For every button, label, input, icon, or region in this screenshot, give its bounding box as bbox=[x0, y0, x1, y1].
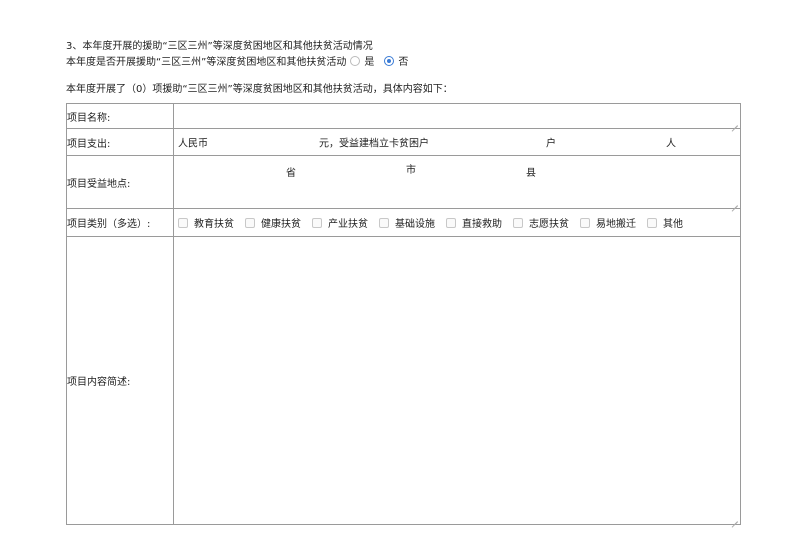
checkbox-icon[interactable] bbox=[379, 217, 389, 228]
expense-unit: 元，受益建档立卡贫困户 bbox=[319, 138, 429, 150]
project-category-label: 项目类别（多选）: bbox=[66, 208, 174, 237]
category-label: 产业扶贫 bbox=[328, 219, 368, 230]
category-checkbox[interactable]: 基础设施 bbox=[379, 215, 435, 230]
radio-no[interactable] bbox=[384, 55, 395, 66]
category-label: 志愿扶贫 bbox=[529, 219, 569, 230]
radio-yes[interactable] bbox=[350, 55, 361, 66]
person-unit: 人 bbox=[666, 138, 676, 150]
expense-prefix: 人民币 bbox=[178, 138, 208, 150]
project-name-textarea[interactable] bbox=[173, 103, 741, 129]
radio-no-label: 否 bbox=[398, 57, 409, 68]
poverty-activity-question-row: 本年度是否开展援助“三区三州”等深度贫困地区和其他扶贫活动 是 否 bbox=[66, 53, 408, 68]
resize-handle-icon[interactable] bbox=[732, 200, 738, 206]
section-heading: 3、本年度开展的援助“三区三州”等深度贫困地区和其他扶贫活动情况 bbox=[66, 41, 373, 52]
project-location-label: 项目受益地点: bbox=[66, 155, 174, 209]
category-label: 其他 bbox=[663, 219, 683, 230]
checkbox-icon[interactable] bbox=[580, 217, 590, 228]
category-checkbox[interactable]: 产业扶贫 bbox=[312, 215, 368, 230]
province-unit: 省 bbox=[286, 168, 296, 179]
poverty-activity-question: 本年度是否开展援助“三区三州”等深度贫困地区和其他扶贫活动 bbox=[66, 57, 347, 68]
project-description-textarea[interactable] bbox=[173, 236, 741, 525]
project-location-textarea[interactable]: 省 市 县 bbox=[173, 155, 741, 209]
checkbox-icon[interactable] bbox=[178, 217, 188, 228]
resize-handle-icon[interactable] bbox=[732, 516, 738, 522]
checkbox-icon[interactable] bbox=[245, 217, 255, 228]
project-name-label: 项目名称: bbox=[66, 103, 174, 129]
checkbox-icon[interactable] bbox=[312, 217, 322, 228]
project-category-options: 教育扶贫 健康扶贫 产业扶贫 基础设施 直接救助 志愿扶贫 易地搬迁 其他 bbox=[173, 208, 741, 237]
category-checkbox[interactable]: 志愿扶贫 bbox=[513, 215, 569, 230]
category-checkbox[interactable]: 易地搬迁 bbox=[580, 215, 636, 230]
checkbox-icon[interactable] bbox=[446, 217, 456, 228]
project-form-table: 项目名称: 项目支出: 人民币 元，受益建档立卡贫困户 户 人 项目受益地点: … bbox=[66, 103, 741, 525]
city-unit: 市 bbox=[406, 165, 416, 176]
county-unit: 县 bbox=[526, 168, 536, 179]
category-label: 直接救助 bbox=[462, 219, 502, 230]
category-checkbox[interactable]: 其他 bbox=[647, 215, 683, 230]
household-unit: 户 bbox=[546, 138, 556, 150]
category-checkbox[interactable]: 直接救助 bbox=[446, 215, 502, 230]
project-expense-row: 人民币 元，受益建档立卡贫困户 户 人 bbox=[173, 128, 741, 156]
resize-handle-icon[interactable] bbox=[732, 120, 738, 126]
category-label: 健康扶贫 bbox=[261, 219, 301, 230]
project-expense-label: 项目支出: bbox=[66, 128, 174, 156]
category-label: 基础设施 bbox=[395, 219, 435, 230]
category-checkbox[interactable]: 健康扶贫 bbox=[245, 215, 301, 230]
category-label: 教育扶贫 bbox=[194, 219, 234, 230]
project-description-label: 项目内容简述: bbox=[66, 236, 174, 525]
activity-summary: 本年度开展了（0）项援助“三区三州”等深度贫困地区和其他扶贫活动，具体内容如下： bbox=[66, 84, 453, 95]
checkbox-icon[interactable] bbox=[513, 217, 523, 228]
category-label: 易地搬迁 bbox=[596, 219, 636, 230]
category-checkbox[interactable]: 教育扶贫 bbox=[178, 215, 234, 230]
radio-yes-label: 是 bbox=[364, 57, 375, 68]
checkbox-icon[interactable] bbox=[647, 217, 657, 228]
